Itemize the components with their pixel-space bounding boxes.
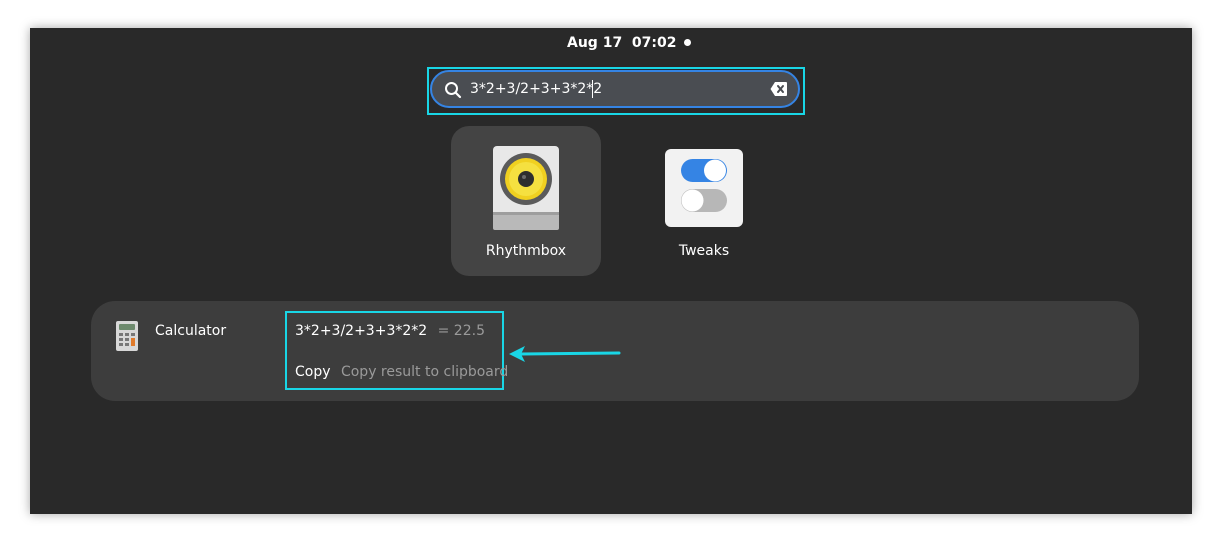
- app-tile-rhythmbox[interactable]: Rhythmbox: [451, 126, 601, 276]
- search-icon: [445, 82, 462, 99]
- copy-result-action[interactable]: Copy Copy result to clipboard: [295, 364, 508, 380]
- expression-text: 3*2+3/2+3+3*2*2: [295, 323, 428, 339]
- rhythmbox-icon: [493, 146, 559, 230]
- app-label: Rhythmbox: [485, 243, 567, 259]
- annotation-arrow-icon: [509, 346, 621, 362]
- top-bar: Aug 17 07:02: [30, 28, 1192, 58]
- activities-overview: Aug 17 07:02 Rhythmbox: [30, 28, 1192, 514]
- tweaks-icon: [665, 149, 743, 227]
- date-time-clock[interactable]: Aug 17 07:02: [567, 35, 677, 51]
- calculation-result[interactable]: 3*2+3/2+3+3*2*2 = 22.5: [295, 323, 485, 339]
- copy-label: Copy: [295, 364, 331, 380]
- answer-text: = 22.5: [437, 323, 485, 339]
- app-tile-tweaks[interactable]: Tweaks: [629, 126, 779, 276]
- search-input[interactable]: [470, 72, 760, 106]
- text-cursor: [592, 80, 593, 98]
- search-entry[interactable]: [430, 70, 800, 108]
- calculator-icon: [116, 321, 138, 351]
- copy-description: Copy result to clipboard: [340, 364, 509, 380]
- provider-name[interactable]: Calculator: [155, 323, 226, 339]
- edit-clear-icon[interactable]: [770, 81, 788, 97]
- notification-dot-icon[interactable]: [684, 39, 691, 46]
- app-label: Tweaks: [678, 243, 730, 259]
